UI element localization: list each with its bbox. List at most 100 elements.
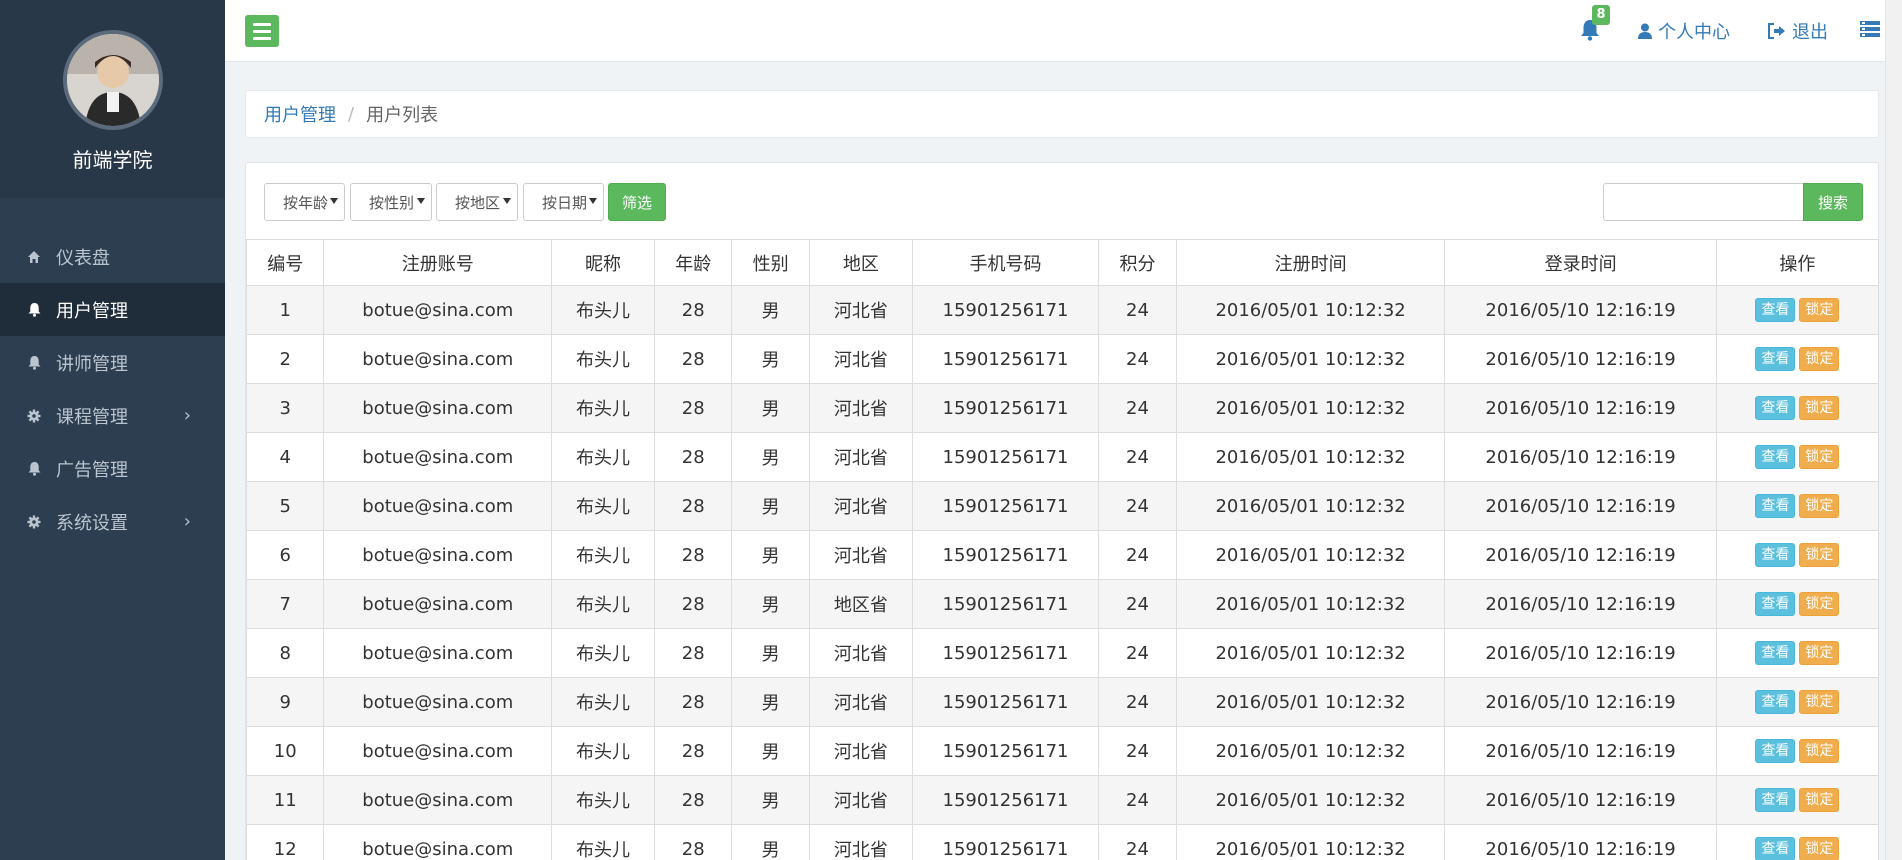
cell-points: 24 [1098, 677, 1177, 727]
cell-login: 2016/05/10 12:16:19 [1444, 285, 1717, 335]
cell-phone: 15901256171 [911, 579, 1100, 629]
cell-account: botue@sina.com [323, 285, 553, 335]
view-button[interactable]: 查看 [1755, 592, 1796, 616]
breadcrumb-current: 用户列表 [366, 105, 439, 126]
cell-login: 2016/05/10 12:16:19 [1444, 775, 1717, 825]
cell-age: 28 [653, 432, 733, 482]
view-button[interactable]: 查看 [1755, 494, 1796, 518]
cell-phone: 15901256171 [911, 726, 1100, 776]
cell-phone: 15901256171 [911, 677, 1100, 727]
cell-registered: 2016/05/01 10:12:32 [1175, 334, 1446, 384]
cell-login: 2016/05/10 12:16:19 [1444, 726, 1717, 776]
cell-login: 2016/05/10 12:16:19 [1444, 530, 1717, 580]
user-icon [1638, 23, 1652, 39]
sidebar-item-0[interactable]: 仪表盘 [0, 230, 225, 283]
chevron-right-icon: › [183, 511, 191, 532]
cell-points: 24 [1098, 334, 1177, 384]
lock-button[interactable]: 锁定 [1799, 298, 1840, 322]
cell-age: 28 [653, 481, 733, 531]
chevron-right-icon: › [183, 405, 191, 426]
view-button[interactable]: 查看 [1755, 298, 1796, 322]
lock-button[interactable]: 锁定 [1799, 788, 1840, 812]
lock-button[interactable]: 锁定 [1799, 641, 1840, 665]
cell-phone: 15901256171 [911, 530, 1100, 580]
view-button[interactable]: 查看 [1755, 690, 1796, 714]
sidebar-item-5[interactable]: 系统设置 › [0, 495, 225, 548]
cell-phone: 15901256171 [911, 824, 1100, 860]
cell-id: 7 [245, 579, 325, 629]
table-row: 4 botue@sina.com 布头儿 28 男河北省 15901256171 24 201… [245, 432, 1880, 482]
logout-link[interactable]: 退出 [1768, 18, 1828, 44]
column-header: 编号 [245, 239, 325, 286]
lock-button[interactable]: 锁定 [1799, 592, 1840, 616]
gender-filter-select[interactable]: 按性别 [350, 183, 432, 221]
table-body: 1 botue@sina.com 布头儿 28 男河北省 15901256171 24 201… [245, 285, 1880, 860]
view-button[interactable]: 查看 [1755, 396, 1796, 420]
page-scrollbar[interactable] [1885, 0, 1902, 860]
table-row: 1 botue@sina.com 布头儿 28 男河北省 15901256171 24 201… [245, 285, 1880, 335]
column-header: 手机号码 [911, 239, 1100, 286]
lock-button[interactable]: 锁定 [1799, 494, 1840, 518]
cell-gender: 男 [731, 481, 810, 531]
cell-gender: 男 [731, 383, 810, 433]
cell-id: 6 [245, 530, 325, 580]
region-filter-select[interactable]: 按地区 [436, 183, 518, 221]
cell-login: 2016/05/10 12:16:19 [1444, 628, 1717, 678]
table-row: 9 botue@sina.com 布头儿 28 男河北省 15901256171 24 201… [245, 677, 1880, 727]
cell-region: 河北省 [808, 285, 913, 335]
cell-account: botue@sina.com [323, 334, 553, 384]
view-button[interactable]: 查看 [1755, 641, 1796, 665]
notifications-button[interactable]: 8 [1580, 5, 1610, 43]
cell-registered: 2016/05/01 10:12:32 [1175, 530, 1446, 580]
view-button[interactable]: 查看 [1755, 788, 1796, 812]
cell-age: 28 [653, 334, 733, 384]
sidebar-item-1[interactable]: 用户管理 [0, 283, 225, 336]
settings-menu-button[interactable] [1860, 20, 1880, 43]
list-menu-icon [1860, 20, 1880, 37]
cell-points: 24 [1098, 383, 1177, 433]
lock-button[interactable]: 锁定 [1799, 445, 1840, 469]
cell-registered: 2016/05/01 10:12:32 [1175, 726, 1446, 776]
profile-link[interactable]: 个人中心 [1638, 18, 1730, 44]
avatar[interactable] [62, 30, 163, 130]
cell-account: botue@sina.com [323, 726, 553, 776]
view-button[interactable]: 查看 [1755, 837, 1796, 860]
lock-button[interactable]: 锁定 [1799, 690, 1840, 714]
cell-points: 24 [1098, 628, 1177, 678]
bell-icon [26, 461, 42, 477]
sidebar-item-2[interactable]: 讲师管理 [0, 336, 225, 389]
cell-account: botue@sina.com [323, 383, 553, 433]
filter-button[interactable]: 筛选 [608, 183, 666, 221]
view-button[interactable]: 查看 [1755, 739, 1796, 763]
view-button[interactable]: 查看 [1755, 543, 1796, 567]
menu-toggle-button[interactable] [245, 15, 279, 47]
view-button[interactable]: 查看 [1755, 347, 1796, 371]
bell-icon [26, 355, 42, 371]
lock-button[interactable]: 锁定 [1799, 739, 1840, 763]
cell-login: 2016/05/10 12:16:19 [1444, 824, 1717, 860]
search-input[interactable] [1603, 183, 1804, 221]
lock-button[interactable]: 锁定 [1799, 837, 1840, 860]
lock-button[interactable]: 锁定 [1799, 347, 1840, 371]
cell-phone: 15901256171 [911, 481, 1100, 531]
table-row: 3 botue@sina.com 布头儿 28 男河北省 15901256171 24 201… [245, 383, 1880, 433]
sidebar-item-3[interactable]: 课程管理 › [0, 389, 225, 442]
notification-badge: 8 [1592, 5, 1610, 25]
view-button[interactable]: 查看 [1755, 445, 1796, 469]
cell-age: 28 [653, 824, 733, 860]
cell-account: botue@sina.com [323, 579, 553, 629]
cell-gender: 男 [731, 579, 810, 629]
age-filter-select[interactable]: 按年龄 [264, 183, 345, 221]
cell-nickname: 布头儿 [551, 628, 655, 678]
lock-button[interactable]: 锁定 [1799, 396, 1840, 420]
cell-id: 4 [245, 432, 325, 482]
caret-down-icon [417, 198, 425, 204]
logout-link-label: 退出 [1792, 22, 1828, 43]
cell-account: botue@sina.com [323, 677, 553, 727]
column-header: 注册时间 [1175, 239, 1446, 286]
date-filter-select[interactable]: 按日期 [523, 183, 604, 221]
lock-button[interactable]: 锁定 [1799, 543, 1840, 567]
sidebar-item-4[interactable]: 广告管理 [0, 442, 225, 495]
search-button[interactable]: 搜索 [1803, 183, 1863, 221]
breadcrumb-parent-link[interactable]: 用户管理 [264, 101, 336, 127]
